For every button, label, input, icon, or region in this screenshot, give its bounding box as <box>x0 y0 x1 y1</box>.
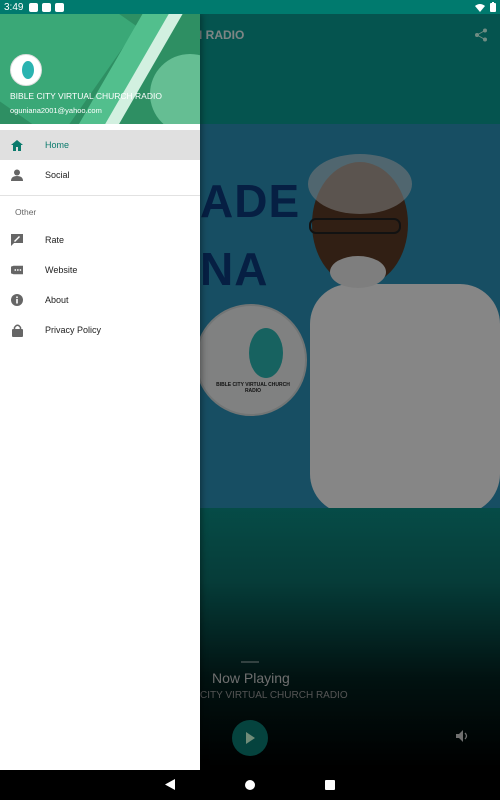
back-icon[interactable] <box>165 779 175 790</box>
notification-icons <box>29 2 65 12</box>
navigation-drawer: BIBLE CITY VIRTUAL CHURCH RADIO oguniana… <box>0 14 200 770</box>
drawer-item-privacy-policy[interactable]: Privacy Policy <box>0 315 200 345</box>
person-icon <box>11 169 23 181</box>
drawer-item-home[interactable]: Home <box>0 130 200 160</box>
lock-icon <box>11 324 23 337</box>
drawer-item-label: Home <box>45 140 70 150</box>
drawer-item-rate[interactable]: Rate <box>0 225 200 255</box>
drawer-item-social[interactable]: Social <box>0 160 200 190</box>
station-avatar <box>10 54 42 86</box>
website-icon <box>11 264 23 276</box>
drawer-item-about[interactable]: About <box>0 285 200 315</box>
drawer-header-email: oguniana2001@yahoo.com <box>10 106 102 115</box>
rate-review-icon <box>11 234 23 246</box>
notification-icon <box>42 2 52 12</box>
notification-icon <box>29 2 39 12</box>
info-icon <box>11 294 23 306</box>
battery-icon <box>490 2 496 12</box>
drawer-item-label: Rate <box>45 235 65 245</box>
notification-icon <box>55 2 65 12</box>
status-time: 3:49 <box>4 1 24 13</box>
recents-icon[interactable] <box>325 780 335 790</box>
system-navigation-bar <box>0 770 500 800</box>
drawer-item-label: Privacy Policy <box>45 325 102 335</box>
drawer-header: BIBLE CITY VIRTUAL CHURCH RADIO oguniana… <box>0 14 200 124</box>
home-button-icon[interactable] <box>245 780 255 790</box>
drawer-divider <box>0 195 200 196</box>
home-icon <box>11 139 23 151</box>
system-icons <box>475 2 496 12</box>
drawer-item-label: Social <box>45 170 70 180</box>
status-bar: 3:49 <box>0 0 500 14</box>
drawer-item-website[interactable]: Website <box>0 255 200 285</box>
wifi-icon <box>475 3 485 12</box>
drawer-item-label: About <box>45 295 69 305</box>
drawer-item-label: Website <box>45 265 78 275</box>
drawer-header-name: BIBLE CITY VIRTUAL CHURCH RADIO <box>10 91 162 101</box>
drawer-section-title: Other <box>15 207 37 217</box>
